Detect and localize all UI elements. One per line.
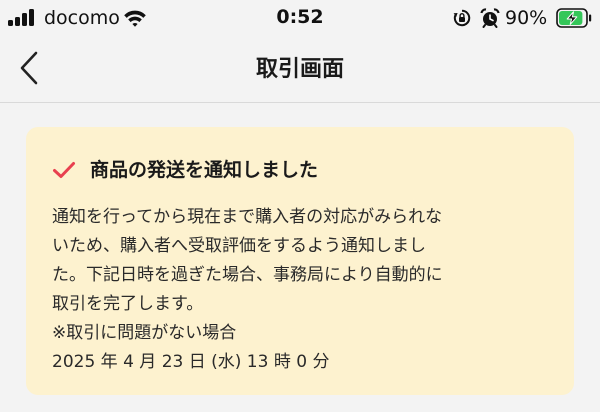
notice-line: た。下記日時を過ぎた場合、事務局により自動的に — [52, 265, 443, 285]
status-bar: docomo 0:52 90% — [0, 0, 600, 36]
alarm-icon — [480, 8, 500, 28]
page-title: 取引画面 — [255, 57, 344, 82]
notice-line: いため、購入者へ受取評価をするよう通知しまし — [52, 236, 426, 256]
navigation-header: 取引画面 — [0, 36, 600, 102]
battery-charging-icon — [556, 8, 592, 28]
notice-line: 取引を完了します。 — [52, 294, 204, 314]
notice-line: 通知を行ってから現在まで購入者の対応がみられな — [52, 207, 443, 227]
check-icon — [53, 162, 75, 178]
notice-title: 商品の発送を通知しました — [90, 159, 319, 181]
notice-deadline: 2025 年 4 月 23 日 (水) 13 時 0 分 — [52, 352, 330, 372]
notice-message: 通知を行ってから現在まで購入者の対応がみられな いため、購入者へ受取評価をするよ… — [52, 203, 552, 377]
battery-percentage: 90% — [505, 7, 548, 29]
rotation-lock-icon — [453, 9, 471, 27]
header-divider — [0, 102, 600, 103]
shipping-notice-card: 商品の発送を通知しました 通知を行ってから現在まで購入者の対応がみられな いため… — [26, 127, 574, 395]
notice-condition: ※取引に問題がない場合 — [52, 323, 237, 343]
